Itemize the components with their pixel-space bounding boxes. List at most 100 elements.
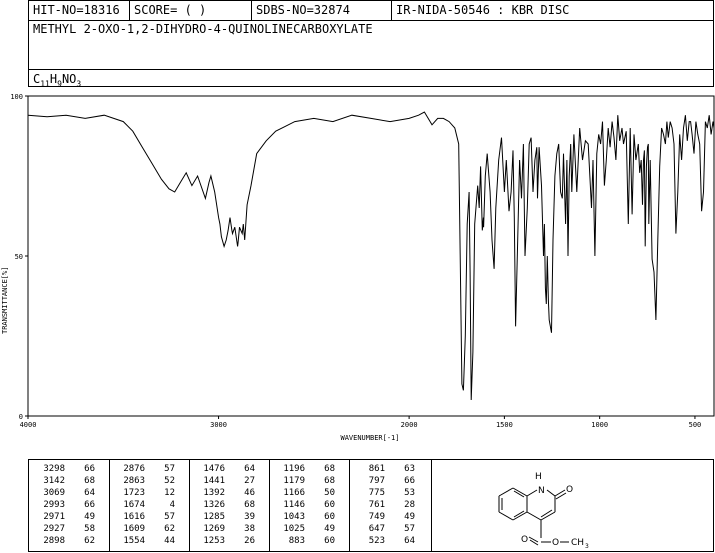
x-axis-label: WAVENUMBER[-1] [340, 434, 399, 442]
peak-row: 1179 68 [269, 475, 349, 487]
x-tick-label: 1500 [496, 421, 513, 429]
nitrogen-label: N [538, 486, 545, 496]
peak-row: 1253 26 [189, 535, 269, 547]
peak-row: 2927 58 [29, 523, 109, 535]
peak-transmittance: 62 [164, 524, 175, 534]
panel-divider [431, 460, 432, 551]
peak-table: 3298 66 3142 68 3069 64 2993 66 2971 49 2927 58 2898… [29, 460, 429, 551]
peak-column-divider [189, 460, 190, 551]
peak-transmittance: 68 [324, 476, 335, 486]
peak-row: 2898 62 [29, 535, 109, 547]
peak-row: 1025 49 [269, 523, 349, 535]
peak-row: 761 28 [349, 499, 429, 511]
peak-row: 1392 46 [189, 487, 269, 499]
x-tick-label: 4000 [20, 421, 37, 429]
peak-wavenumber: 1616 [123, 512, 145, 522]
peak-column: 3298 66 3142 68 3069 64 2993 66 2971 49 2927 58 2898… [29, 463, 109, 547]
spectrum-header: HIT-NO=18316 SCORE= ( ) SDBS-NO=32874 IR… [28, 0, 714, 89]
y-tick-label: 0 [19, 413, 23, 421]
peak-wavenumber: 1609 [123, 524, 145, 534]
peak-row: 3142 68 [29, 475, 109, 487]
peak-column-divider [349, 460, 350, 551]
formula-part: NO [61, 72, 77, 86]
peak-row: 2971 49 [29, 511, 109, 523]
peak-transmittance: 4 [169, 500, 175, 510]
ir-spectrum-chart: 4000 3000 2000 1500 1000 500 0 50 100 TRANSMITTA… [1, 93, 715, 442]
spectrum-line [27, 111, 715, 401]
peak-row: 1043 60 [269, 511, 349, 523]
peak-row: 1723 12 [109, 487, 189, 499]
peak-row: 1609 62 [109, 523, 189, 535]
peak-row: 3069 64 [29, 487, 109, 499]
formula-subscript: 11 [40, 79, 50, 89]
peak-row: 523 64 [349, 535, 429, 547]
peak-wavenumber: 1166 [283, 488, 305, 498]
peak-transmittance: 68 [244, 500, 255, 510]
peak-wavenumber: 1253 [203, 536, 225, 546]
peak-transmittance: 57 [164, 512, 175, 522]
peak-row: 883 60 [269, 535, 349, 547]
oxo-oxygen-label: O [566, 485, 573, 495]
x-tick-label: 3000 [210, 421, 227, 429]
compound-name: METHYL 2-OXO-1,2-DIHYDRO-4-QUINOLINECARB… [33, 22, 373, 36]
peak-transmittance: 44 [164, 536, 175, 546]
peak-row: 1285 39 [189, 511, 269, 523]
plot-frame [27, 95, 715, 417]
peak-wavenumber: 1441 [203, 476, 225, 486]
y-tick-label: 100 [10, 93, 23, 101]
peak-transmittance: 49 [84, 512, 95, 522]
peak-row: 749 49 [349, 511, 429, 523]
peak-transmittance: 52 [164, 476, 175, 486]
peak-column: 1196 68 1179 68 1166 50 1146 60 1043 60 1025 49 883 6… [269, 463, 349, 547]
peak-row: 1554 44 [109, 535, 189, 547]
methyl-subscript: 3 [585, 543, 589, 550]
peak-wavenumber: 2993 [43, 500, 65, 510]
peak-transmittance: 46 [244, 488, 255, 498]
formula-subscript: 3 [76, 79, 82, 89]
peak-transmittance: 68 [324, 464, 335, 474]
peak-wavenumber: 2971 [43, 512, 65, 522]
peak-wavenumber: 797 [368, 476, 385, 486]
peak-wavenumber: 775 [368, 488, 385, 498]
peak-row: 2993 66 [29, 499, 109, 511]
peak-wavenumber: 3142 [43, 476, 65, 486]
peak-wavenumber: 1554 [123, 536, 145, 546]
peak-row: 861 63 [349, 463, 429, 475]
nh-hydrogen-label: H [535, 472, 542, 482]
peak-wavenumber: 523 [368, 536, 385, 546]
peak-transmittance: 57 [404, 524, 415, 534]
peak-wavenumber: 1285 [203, 512, 225, 522]
peak-wavenumber: 1043 [283, 512, 305, 522]
peak-row: 1326 68 [189, 499, 269, 511]
peak-transmittance: 26 [244, 536, 255, 546]
peak-column: 2876 57 2863 52 1723 12 1674 4 1616 57 1609 62 1554 4… [109, 463, 189, 547]
peak-wavenumber: 1179 [283, 476, 305, 486]
peak-wavenumber: 3069 [43, 488, 65, 498]
peak-wavenumber: 2927 [43, 524, 65, 534]
peak-panel: 3298 66 3142 68 3069 64 2993 66 2971 49 2927 58 2898… [28, 459, 714, 552]
peak-wavenumber: 1674 [123, 500, 145, 510]
peak-transmittance: 66 [404, 476, 415, 486]
x-tick-label: 500 [689, 421, 702, 429]
peak-transmittance: 60 [324, 500, 335, 510]
peak-column: 1476 64 1441 27 1392 46 1326 68 1285 39 1269 38 1253… [189, 463, 269, 547]
peak-row: 1166 50 [269, 487, 349, 499]
peak-row: 2876 57 [109, 463, 189, 475]
peak-wavenumber: 1025 [283, 524, 305, 534]
peak-row: 1146 60 [269, 499, 349, 511]
peak-row: 775 53 [349, 487, 429, 499]
peak-wavenumber: 749 [368, 512, 385, 522]
peak-row: 1196 68 [269, 463, 349, 475]
peak-wavenumber: 647 [368, 524, 385, 534]
peak-wavenumber: 761 [368, 500, 385, 510]
y-axis-label: TRANSMITTANCE[%] [1, 267, 9, 334]
peak-transmittance: 62 [84, 536, 95, 546]
peak-row: 647 57 [349, 523, 429, 535]
methyl-label: CH [571, 538, 584, 548]
sdbs-number: SDBS-NO=32874 [256, 3, 350, 17]
peak-wavenumber: 1269 [203, 524, 225, 534]
peak-wavenumber: 883 [288, 536, 305, 546]
peak-transmittance: 63 [404, 464, 415, 474]
peak-row: 1476 64 [189, 463, 269, 475]
peak-column: 861 63 797 66 775 53 761 28 749 49 647 57 523 64 [349, 463, 429, 547]
